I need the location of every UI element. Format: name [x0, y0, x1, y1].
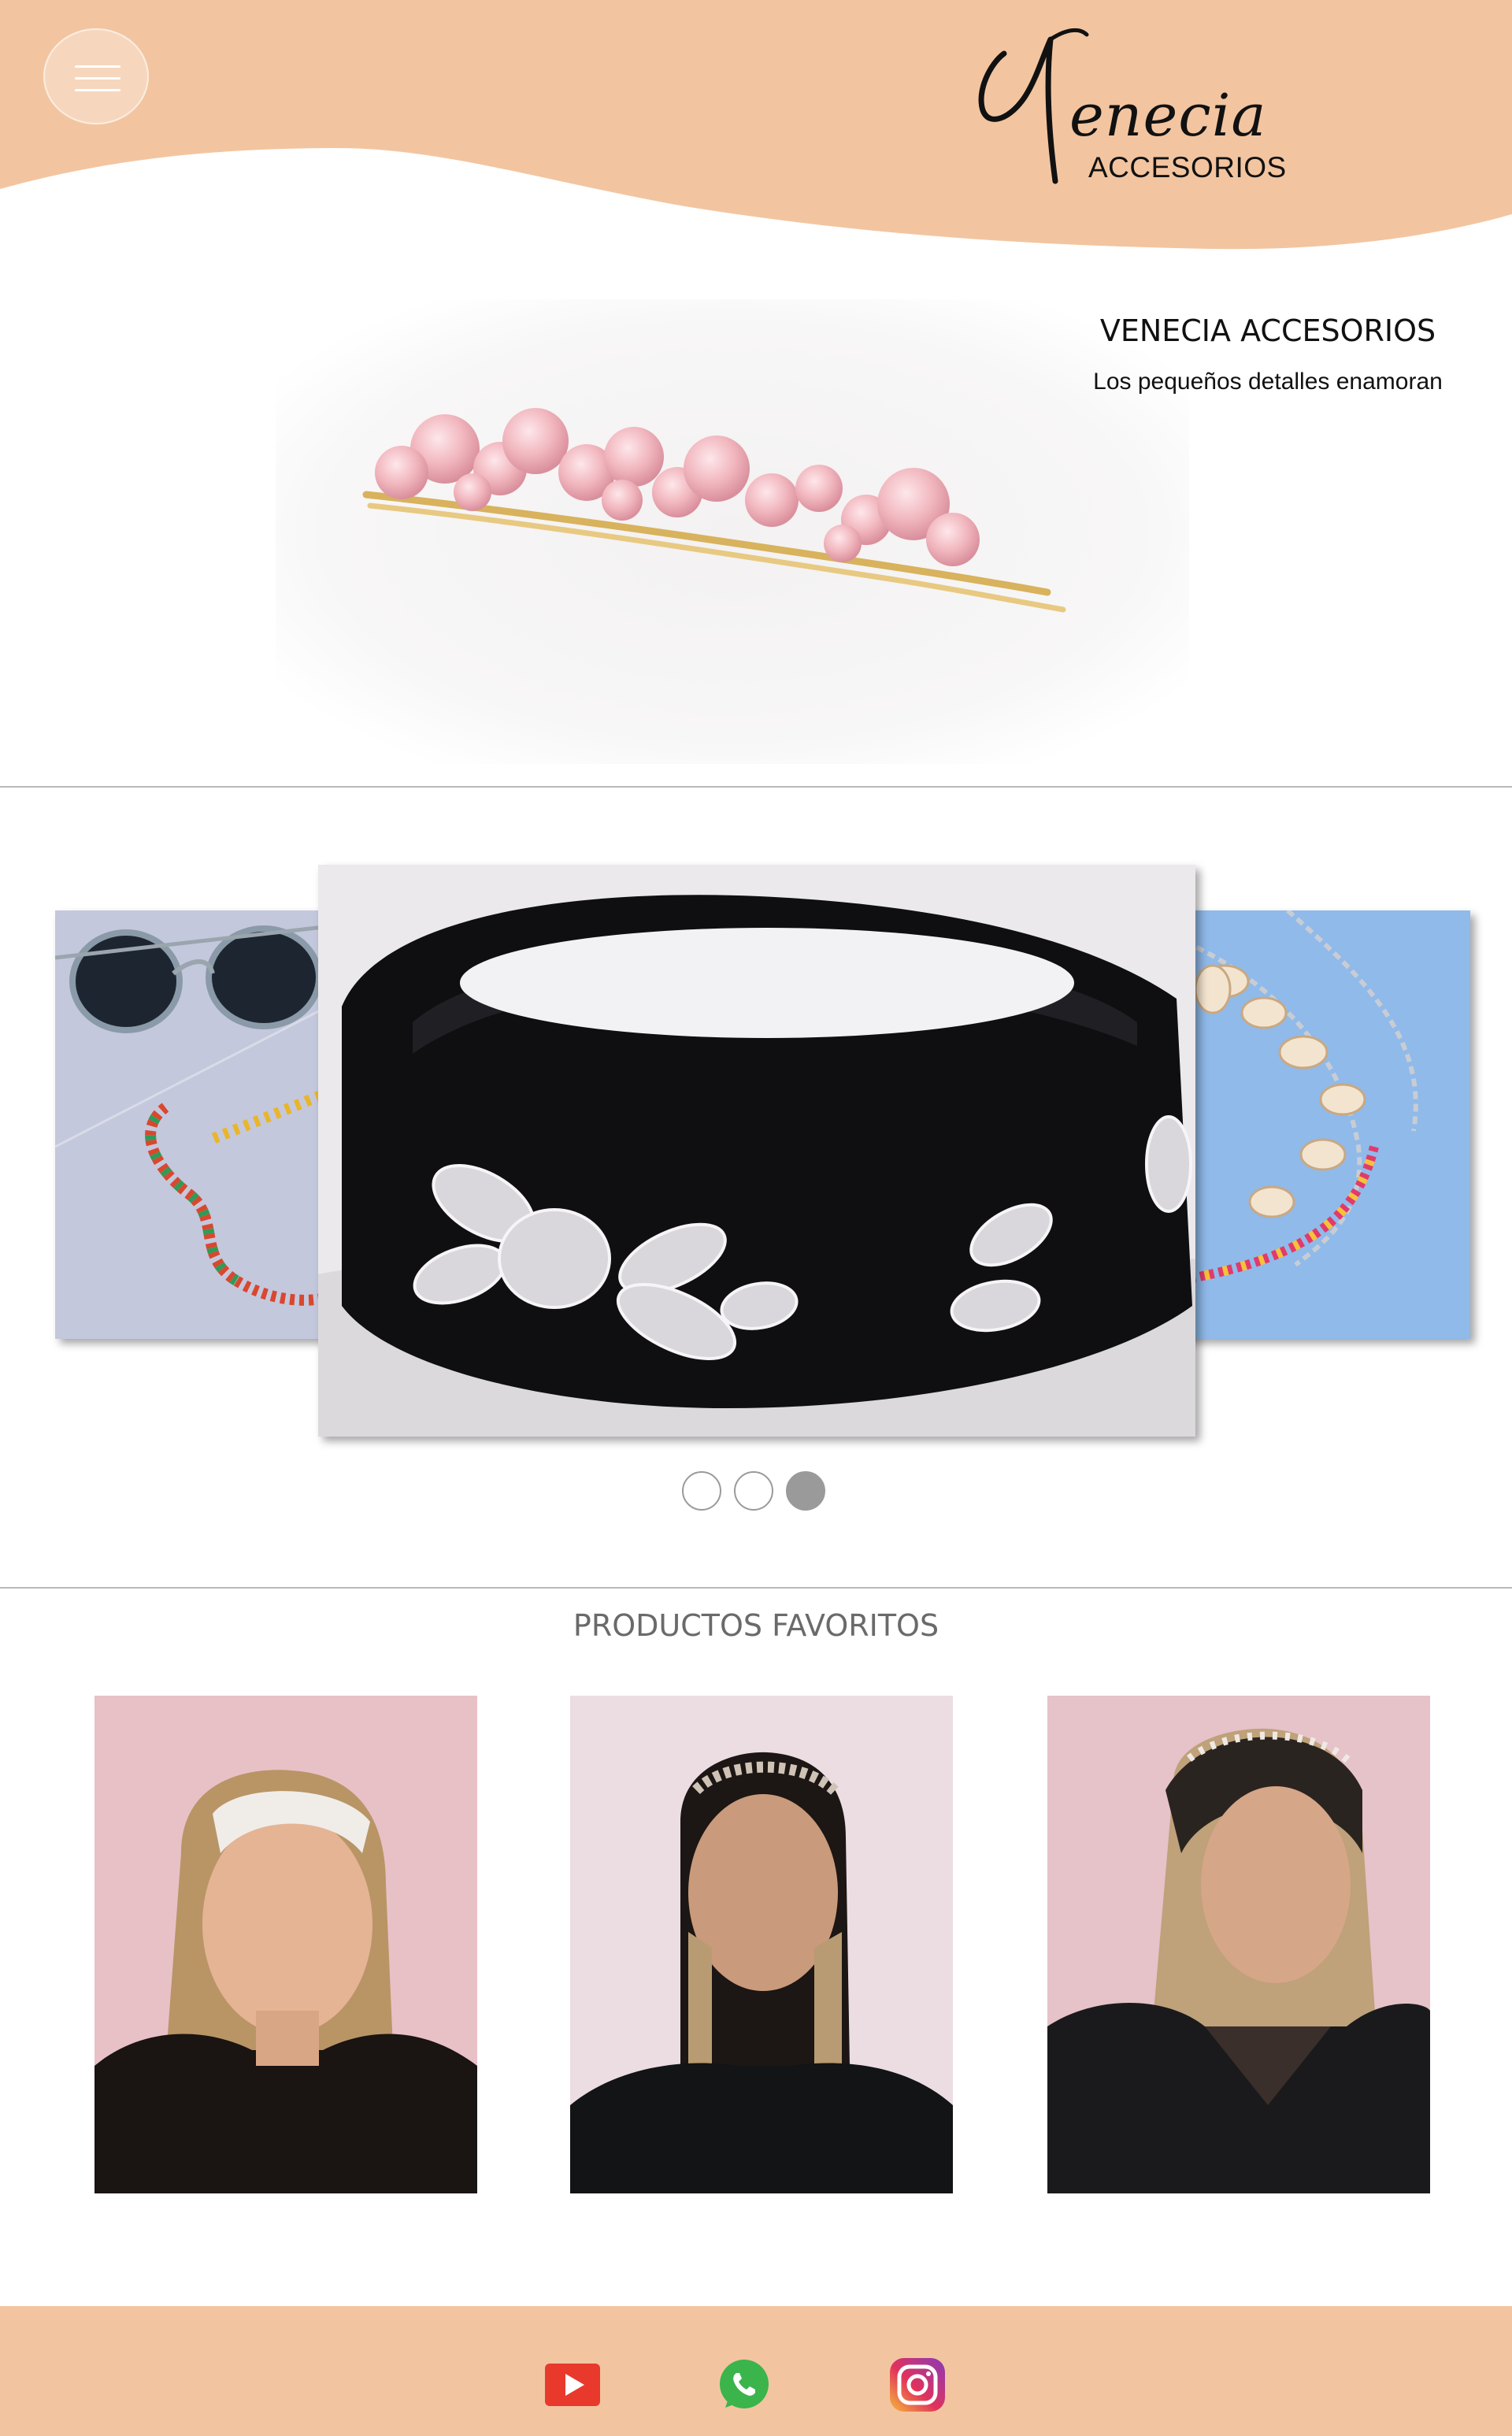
- carousel-slide-shell-necklace[interactable]: [1177, 910, 1470, 1339]
- carousel-slide-velvet-headband[interactable]: [318, 865, 1195, 1437]
- menu-line-icon: [75, 89, 120, 91]
- carousel-slide-glasses-chain[interactable]: [55, 910, 331, 1339]
- hero-hair-clip-image: [276, 299, 1189, 764]
- model-white-headband-image: [94, 1696, 477, 2193]
- instagram-link[interactable]: [888, 2357, 947, 2412]
- whatsapp-icon: [720, 2360, 769, 2408]
- site-header: enecia ACCESORIOS: [0, 0, 1512, 260]
- glasses-chain-image: [55, 910, 331, 1339]
- model-pearl-headband-image: [1047, 1696, 1430, 2193]
- instagram-icon: [890, 2358, 945, 2412]
- menu-line-icon: [75, 65, 120, 68]
- hero-subtitle: Los pequeños detalles enamoran: [1093, 369, 1443, 395]
- svg-text:enecia: enecia: [1069, 82, 1266, 150]
- model-beaded-headband-image: [570, 1696, 953, 2193]
- hero-section: VENECIA ACCESORIOS Los pequeños detalles…: [0, 260, 1512, 788]
- favorites-title: PRODUCTOS FAVORITOS: [573, 1608, 939, 1643]
- favorite-product-card-2[interactable]: [570, 1696, 953, 2193]
- section-divider: [0, 1587, 1512, 1589]
- favorite-product-card-3[interactable]: [1047, 1696, 1430, 2193]
- carousel-dot-3[interactable]: [786, 1471, 825, 1511]
- menu-line-icon: [75, 77, 120, 80]
- youtube-icon: [545, 2364, 600, 2406]
- favorite-product-card-1[interactable]: [94, 1696, 477, 2193]
- carousel-dot-2[interactable]: [734, 1471, 773, 1511]
- product-carousel: [0, 789, 1512, 1587]
- hero-title: VENECIA ACCESORIOS: [1099, 313, 1436, 348]
- carousel-dot-1[interactable]: [682, 1471, 721, 1511]
- logo-subtitle: ACCESORIOS: [1088, 151, 1287, 184]
- section-divider: [0, 786, 1512, 788]
- velvet-headband-image: [318, 865, 1195, 1437]
- hamburger-menu-button[interactable]: [43, 28, 149, 124]
- brand-logo[interactable]: enecia ACCESORIOS: [961, 16, 1307, 189]
- youtube-link[interactable]: [543, 2357, 602, 2412]
- site-footer: [0, 2306, 1512, 2436]
- shell-necklace-image: [1177, 910, 1470, 1339]
- carousel-indicators: [682, 1471, 825, 1512]
- whatsapp-link[interactable]: [715, 2357, 773, 2412]
